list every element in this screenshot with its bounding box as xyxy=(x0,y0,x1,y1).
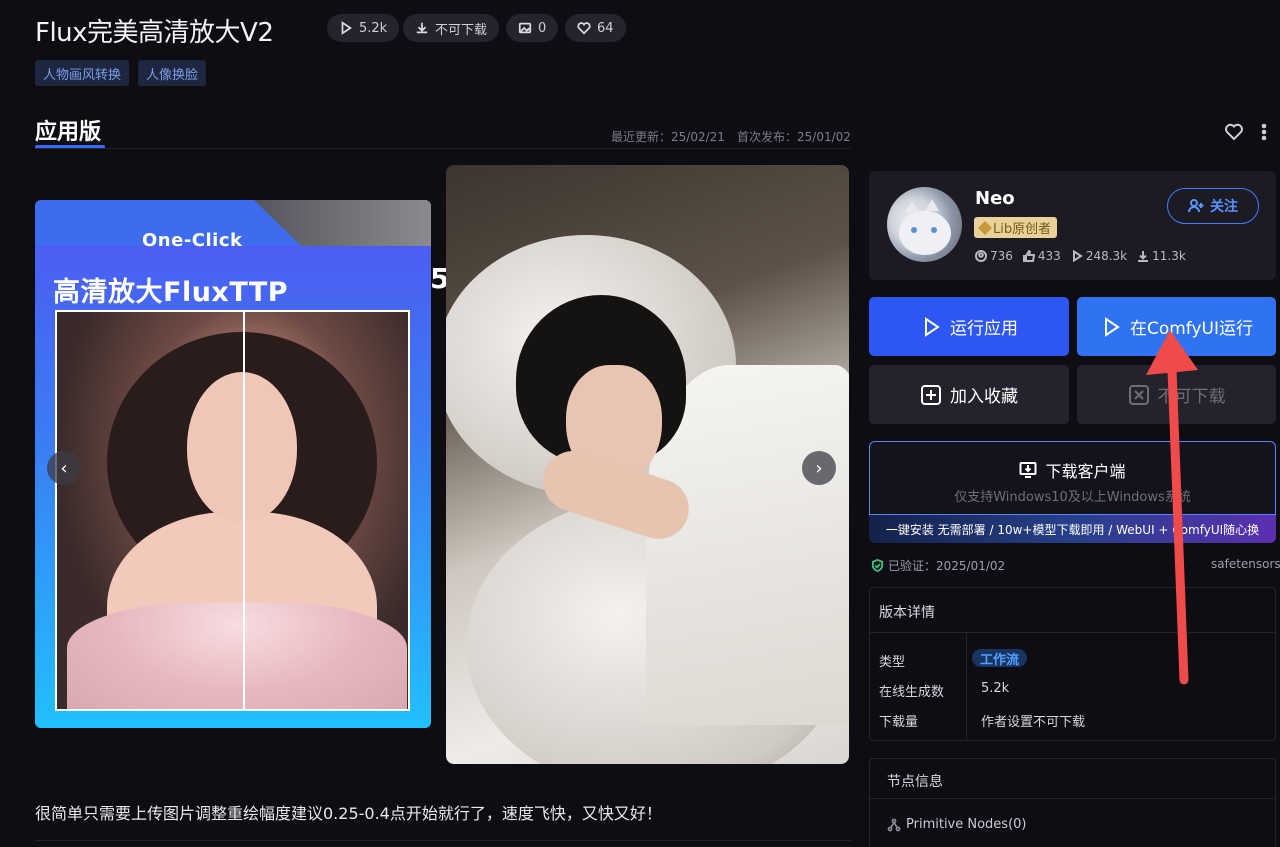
node-item[interactable]: Primitive Nodes(0) xyxy=(887,817,1027,832)
image-icon xyxy=(518,22,532,34)
user-icon xyxy=(975,250,987,262)
model-description: 很简单只需要上传图片调整重绘幅度建议0.25-0.4点开始就行了，速度飞快，又快… xyxy=(35,804,662,823)
run-app-button[interactable]: 运行应用 xyxy=(869,297,1069,356)
type-badge: 工作流 xyxy=(972,649,1028,668)
play-icon xyxy=(1104,316,1120,337)
tab-app-version[interactable]: 应用版 xyxy=(35,114,101,146)
detail-value-downloads: 作者设置不可下载 xyxy=(981,715,1086,730)
client-feature-banner: 一键安装 无需部署 / 10w+模型下载即用 / WebUI + ComfyUI… xyxy=(869,515,1276,543)
detail-label-downloads: 下载量 xyxy=(879,715,919,730)
play-icon xyxy=(1072,250,1083,262)
gallery-image-example[interactable] xyxy=(446,165,849,764)
annotation-arrow xyxy=(1146,330,1198,685)
runs-stat: 248.3k xyxy=(1071,249,1127,263)
add-square-icon xyxy=(921,384,941,405)
cover-kicker: One-Click xyxy=(142,230,243,251)
play-icon xyxy=(925,316,940,337)
heart-icon xyxy=(577,22,591,35)
diamond-icon xyxy=(977,220,993,235)
monitor-download-icon xyxy=(1019,462,1037,478)
page-title: Flux完美高清放大V2 xyxy=(35,18,274,48)
last-updated: 最近更新：25/02/21 xyxy=(611,130,725,144)
detail-label-type: 类型 xyxy=(879,655,906,670)
detail-label-generations: 在线生成数 xyxy=(879,685,945,700)
cover-photo xyxy=(55,310,410,711)
add-user-icon xyxy=(1188,199,1204,213)
chevron-left-icon: ‹ xyxy=(60,457,68,479)
tag-style-transfer[interactable]: 人物画风转换 xyxy=(35,60,130,86)
download-icon xyxy=(1138,251,1149,262)
download-client-subtitle: 仅支持Windows10及以上Windows系统 xyxy=(954,490,1191,505)
follow-button[interactable]: 关注 xyxy=(1167,188,1259,224)
version-details-heading: 版本详情 xyxy=(879,605,935,621)
image-count-stat: 0 xyxy=(506,14,559,42)
like-count-stat[interactable]: 64 xyxy=(565,14,626,42)
first-published: 首次发布：25/01/02 xyxy=(737,130,851,144)
play-icon xyxy=(341,21,352,35)
chevron-right-icon: › xyxy=(815,457,823,479)
detail-value-generations: 5.2k xyxy=(981,681,1010,696)
run-count-stat: 5.2k xyxy=(327,14,400,42)
file-format: safetensors xyxy=(1211,557,1280,571)
followers-stat: 736 xyxy=(975,249,1013,263)
add-favorite-button[interactable]: 加入收藏 xyxy=(869,365,1069,424)
description-divider xyxy=(35,840,851,841)
gallery-prev-button[interactable]: ‹ xyxy=(47,451,81,485)
likes-stat: 433 xyxy=(1022,249,1061,263)
download-icon xyxy=(416,22,428,34)
gallery-next-button[interactable]: › xyxy=(802,451,836,485)
downloads-stat: 11.3k xyxy=(1137,249,1186,263)
cover-headline: 高清放大FluxTTP xyxy=(53,277,289,308)
gallery-image-cover[interactable]: One-Click 高清放大FluxTTP xyxy=(35,200,431,728)
more-options-icon[interactable] xyxy=(1258,122,1270,142)
tab-divider xyxy=(35,148,851,149)
comparison-split-line xyxy=(243,312,245,709)
verified-status: 已验证：2025/01/02 xyxy=(871,557,1005,574)
avatar[interactable] xyxy=(887,187,962,262)
shield-check-icon xyxy=(871,559,884,572)
node-info-heading: 节点信息 xyxy=(887,774,943,790)
download-stat: 不可下载 xyxy=(403,14,500,42)
tag-face-swap[interactable]: 人像换脸 xyxy=(138,60,207,86)
author-stats: 736 433 248.3k 11.3k xyxy=(975,249,1186,263)
node-graph-icon xyxy=(887,818,901,831)
author-name[interactable]: Neo xyxy=(975,188,1015,209)
creator-badge: Lib原创者 xyxy=(974,217,1058,238)
download-client-title[interactable]: 下载客户端 xyxy=(869,458,1276,482)
thumbs-up-icon xyxy=(1022,250,1035,262)
favorite-heart-icon[interactable] xyxy=(1224,122,1244,142)
